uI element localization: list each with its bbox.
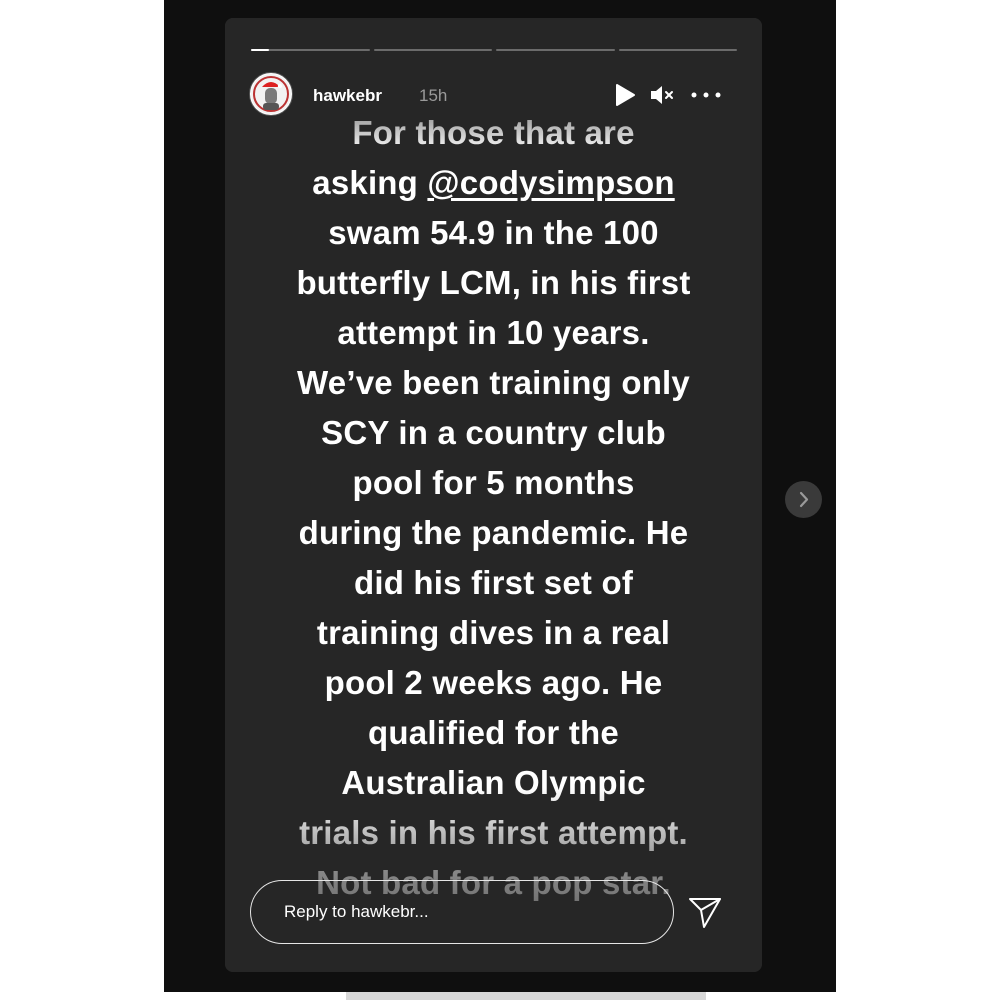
story-text-line: attempt in 10 years. xyxy=(337,314,650,351)
bottom-divider xyxy=(346,992,706,1000)
story-text-line: pool for 5 months xyxy=(352,464,635,501)
story-text-segment: asking xyxy=(312,164,428,201)
story-text-line: trials in his first attempt. xyxy=(299,814,688,851)
more-options-button[interactable] xyxy=(689,82,723,112)
play-icon xyxy=(616,84,635,106)
send-button[interactable] xyxy=(687,894,723,930)
avatar-image xyxy=(251,74,291,114)
story-header: hawkebr 15h xyxy=(249,72,739,120)
progress-segment xyxy=(373,49,492,51)
story-text-line: We’ve been training only xyxy=(297,364,690,401)
reply-input[interactable]: Reply to hawkebr... xyxy=(250,880,674,944)
story-text-line: during the pandemic. He xyxy=(298,514,689,551)
progress-fill xyxy=(251,49,269,51)
username-link[interactable]: hawkebr xyxy=(313,86,382,106)
progress-segment xyxy=(251,49,370,51)
play-button[interactable] xyxy=(613,82,637,112)
story-text-line: butterfly LCM, in his first xyxy=(296,264,691,301)
avatar[interactable] xyxy=(249,72,293,116)
mention-link[interactable]: @codysimpson xyxy=(427,164,674,201)
chevron-right-icon xyxy=(799,491,809,508)
progress-segment xyxy=(618,49,737,51)
progress-segment xyxy=(496,49,615,51)
mute-icon xyxy=(651,86,673,104)
next-story-button[interactable] xyxy=(785,481,822,518)
send-icon xyxy=(689,898,721,928)
story-progress-bar xyxy=(251,49,737,51)
timestamp: 15h xyxy=(419,86,448,105)
more-icon xyxy=(691,92,721,98)
story-text-line: SCY in a country club xyxy=(321,414,666,451)
story-text-line: swam 54.9 in the 100 xyxy=(328,214,659,251)
story-text-line: qualified for the xyxy=(368,714,619,751)
mute-button[interactable] xyxy=(649,82,677,112)
story-text-line: pool 2 weeks ago. He xyxy=(324,664,663,701)
story-text-line: asking @codysimpson xyxy=(235,158,752,208)
story-text: For those that are asking @codysimpson s… xyxy=(235,108,752,908)
story-text-line: training dives in a real xyxy=(316,614,671,651)
story-text-line: did his first set of xyxy=(353,564,634,601)
story-text-line: Australian Olympic xyxy=(341,764,646,801)
story-card[interactable]: For those that are asking @codysimpson s… xyxy=(225,18,762,972)
